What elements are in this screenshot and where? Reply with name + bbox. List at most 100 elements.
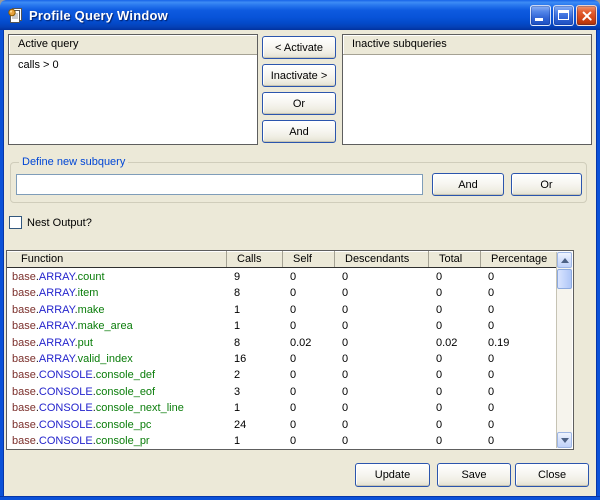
and-combine-button[interactable]: And: [262, 120, 336, 143]
inactive-subqueries-list[interactable]: [343, 56, 591, 144]
descendants-cell: 0: [334, 318, 428, 334]
calls-cell: 1: [226, 318, 282, 334]
percentage-cell: 0: [480, 269, 557, 285]
percentage-cell: 0: [480, 351, 557, 367]
percentage-cell: 0: [480, 367, 557, 383]
class-name: CONSOLE: [39, 419, 93, 431]
inactive-subqueries-panel: Inactive subqueries: [342, 34, 592, 145]
feature-name: console_def: [96, 369, 155, 381]
window-controls: [530, 5, 597, 26]
table-row[interactable]: base.ARRAY.item80000: [7, 285, 557, 301]
table-row[interactable]: base.CONSOLE.console_pc240000: [7, 417, 557, 433]
feature-name: valid_index: [78, 353, 133, 365]
descendants-cell: 0: [334, 269, 428, 285]
descendants-cell: 0: [334, 433, 428, 448]
class-name: ARRAY: [39, 320, 75, 332]
feature-name: item: [78, 287, 99, 299]
cluster-name: base: [12, 337, 36, 349]
subquery-or-button[interactable]: Or: [511, 173, 582, 196]
calls-cell: 2: [226, 367, 282, 383]
feature-name: make: [78, 304, 105, 316]
descendants-cell: 0: [334, 367, 428, 383]
nest-output-checkbox[interactable]: [9, 216, 22, 229]
self-cell: 0: [282, 318, 334, 334]
table-row[interactable]: base.ARRAY.make_area10000: [7, 318, 557, 334]
subquery-and-button[interactable]: And: [432, 173, 504, 196]
descendants-cell: 0: [334, 285, 428, 301]
total-cell: 0: [428, 269, 480, 285]
table-row[interactable]: base.CONSOLE.console_pr10000: [7, 433, 557, 448]
calls-cell: 1: [226, 302, 282, 318]
update-button[interactable]: Update: [355, 463, 430, 487]
or-combine-button[interactable]: Or: [262, 92, 336, 115]
calls-cell: 8: [226, 285, 282, 301]
titlebar[interactable]: Profile Query Window: [0, 0, 600, 30]
table-row[interactable]: base.CONSOLE.console_next_line10000: [7, 400, 557, 416]
window-frame-right: [596, 30, 600, 500]
scrollbar-thumb[interactable]: [557, 269, 572, 289]
total-cell: 0: [428, 351, 480, 367]
column-header-function[interactable]: Function: [7, 251, 226, 267]
table-row[interactable]: base.ARRAY.put80.0200.020.19: [7, 335, 557, 351]
class-name: CONSOLE: [39, 369, 93, 381]
calls-cell: 16: [226, 351, 282, 367]
descendants-cell: 0: [334, 335, 428, 351]
close-button[interactable]: Close: [515, 463, 589, 487]
function-cell: base.CONSOLE.console_next_line: [7, 400, 226, 416]
total-cell: 0: [428, 433, 480, 448]
maximize-button[interactable]: [553, 5, 574, 26]
profile-query-window: Profile Query Window Active query calls …: [0, 0, 600, 500]
calls-cell: 3: [226, 384, 282, 400]
table-row[interactable]: base.ARRAY.valid_index160000: [7, 351, 557, 367]
percentage-cell: 0: [480, 417, 557, 433]
class-name: CONSOLE: [39, 402, 93, 414]
column-header-descendants[interactable]: Descendants: [334, 251, 428, 267]
total-cell: 0: [428, 302, 480, 318]
scroll-up-button[interactable]: [557, 252, 572, 268]
feature-name: count: [78, 271, 105, 283]
active-query-list[interactable]: calls > 0: [9, 56, 257, 144]
minimize-icon: [535, 18, 543, 21]
feature-name: make_area: [78, 320, 133, 332]
calls-cell: 8: [226, 335, 282, 351]
table-vertical-scrollbar[interactable]: [556, 252, 572, 448]
table-row[interactable]: base.CONSOLE.console_def20000: [7, 367, 557, 383]
column-header-calls[interactable]: Calls: [226, 251, 282, 267]
percentage-cell: 0: [480, 285, 557, 301]
inactivate-button[interactable]: Inactivate >: [262, 64, 336, 87]
self-cell: 0: [282, 351, 334, 367]
total-cell: 0: [428, 400, 480, 416]
function-cell: base.ARRAY.item: [7, 285, 226, 301]
table-header: Function Calls Self Descendants Total Pe…: [7, 251, 557, 268]
descendants-cell: 0: [334, 302, 428, 318]
table-row[interactable]: base.ARRAY.count90000: [7, 269, 557, 285]
self-cell: 0: [282, 285, 334, 301]
scroll-down-button[interactable]: [557, 432, 572, 448]
window-title: Profile Query Window: [29, 8, 168, 23]
class-name: ARRAY: [39, 353, 75, 365]
self-cell: 0: [282, 367, 334, 383]
self-cell: 0: [282, 269, 334, 285]
self-cell: 0: [282, 417, 334, 433]
activate-button[interactable]: < Activate: [262, 36, 336, 59]
active-query-panel: Active query calls > 0: [8, 34, 258, 145]
close-window-button[interactable]: [576, 5, 597, 26]
calls-cell: 9: [226, 269, 282, 285]
column-header-total[interactable]: Total: [428, 251, 480, 267]
self-cell: 0: [282, 384, 334, 400]
minimize-button[interactable]: [530, 5, 551, 26]
function-cell: base.ARRAY.put: [7, 335, 226, 351]
subquery-input[interactable]: [16, 174, 423, 195]
cluster-name: base: [12, 419, 36, 431]
list-item[interactable]: calls > 0: [9, 56, 257, 72]
table-row[interactable]: base.ARRAY.make10000: [7, 302, 557, 318]
class-name: ARRAY: [39, 271, 75, 283]
column-header-percentage[interactable]: Percentage: [480, 251, 557, 267]
calls-cell: 1: [226, 433, 282, 448]
calls-cell: 1: [226, 400, 282, 416]
cluster-name: base: [12, 320, 36, 332]
table-row[interactable]: base.CONSOLE.console_eof30000: [7, 384, 557, 400]
function-cell: base.ARRAY.make: [7, 302, 226, 318]
save-button[interactable]: Save: [437, 463, 511, 487]
column-header-self[interactable]: Self: [282, 251, 334, 267]
